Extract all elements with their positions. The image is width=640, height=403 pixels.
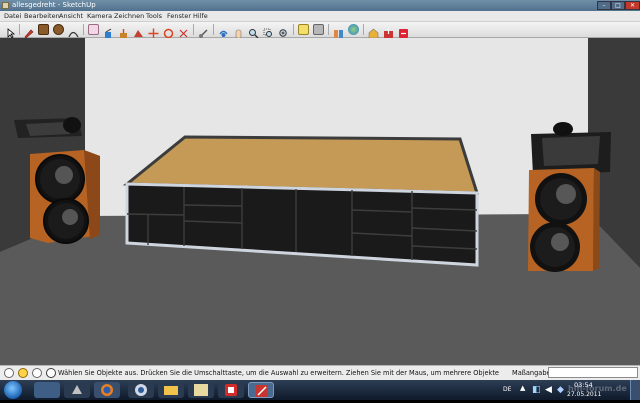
zoom-icon[interactable] bbox=[248, 24, 259, 39]
start-button[interactable] bbox=[4, 381, 22, 399]
materials-icon[interactable] bbox=[313, 24, 324, 35]
zoom-extents-icon[interactable] bbox=[278, 24, 289, 37]
right-speaker-model bbox=[528, 122, 611, 272]
taskbar-teamspeak-icon[interactable] bbox=[128, 382, 154, 398]
tray-arrow-icon[interactable]: ▲ bbox=[520, 384, 525, 392]
minimize-button[interactable]: – bbox=[597, 1, 611, 10]
paint-bucket-icon[interactable] bbox=[103, 24, 114, 38]
sketchup-app-icon bbox=[2, 2, 9, 9]
taskbar-firefox-icon[interactable] bbox=[94, 382, 120, 398]
toolbar bbox=[0, 22, 640, 39]
window-title: allesgedreht - SketchUp bbox=[12, 1, 96, 9]
model-viewport[interactable] bbox=[0, 38, 640, 365]
rectangle-icon[interactable] bbox=[38, 24, 49, 35]
credits-icon[interactable] bbox=[18, 368, 28, 378]
scenes-icon[interactable] bbox=[333, 24, 344, 38]
menu-datei[interactable]: Datei bbox=[4, 12, 21, 20]
scale-icon[interactable] bbox=[178, 24, 189, 38]
export-icon[interactable] bbox=[398, 24, 409, 38]
user-icon[interactable] bbox=[32, 368, 42, 378]
taskbar-folder-icon[interactable] bbox=[158, 382, 184, 398]
taskbar-winamp-icon[interactable] bbox=[64, 382, 90, 398]
eraser-icon[interactable] bbox=[88, 24, 99, 35]
help-icon[interactable] bbox=[46, 368, 56, 378]
status-bar: Wählen Sie Objekte aus. Drücken Sie die … bbox=[0, 365, 640, 380]
menu-kamera[interactable]: Kamera bbox=[87, 12, 112, 20]
menu-zeichnen[interactable]: Zeichnen bbox=[114, 12, 144, 20]
select-arrow-icon[interactable] bbox=[6, 24, 17, 39]
menu-bearbeiten[interactable]: Bearbeiten bbox=[24, 12, 60, 20]
follow-me-icon[interactable] bbox=[133, 24, 144, 37]
volume-icon[interactable]: ◀ bbox=[545, 385, 552, 395]
language-indicator[interactable]: DE bbox=[503, 386, 511, 393]
taskbar-tyc-icon[interactable] bbox=[188, 382, 214, 398]
watermark: hifi-forum.de bbox=[568, 384, 627, 393]
taskbar-explorer-icon[interactable] bbox=[34, 382, 60, 398]
menu-hilfe[interactable]: Hilfe bbox=[193, 12, 208, 20]
show-desktop-button[interactable] bbox=[630, 380, 640, 400]
rotate-icon[interactable] bbox=[163, 24, 174, 39]
share-model-icon[interactable] bbox=[383, 24, 394, 38]
bluetooth-icon[interactable]: ◆ bbox=[557, 385, 564, 395]
title-bar: allesgedreht - SketchUp – □ ✕ bbox=[0, 0, 640, 11]
taskbar-sketchup-icon[interactable] bbox=[248, 382, 274, 398]
geo-location-icon[interactable] bbox=[4, 368, 14, 378]
pencil-icon[interactable] bbox=[23, 24, 34, 39]
tape-measure-icon[interactable] bbox=[198, 24, 209, 38]
status-hint: Wählen Sie Objekte aus. Drücken Sie die … bbox=[58, 369, 499, 377]
circle-icon[interactable] bbox=[53, 24, 64, 35]
menu-ansicht[interactable]: Ansicht bbox=[59, 12, 83, 20]
menu-bar: Datei Bearbeiten Ansicht Kamera Zeichnen… bbox=[0, 11, 640, 22]
zoom-window-icon[interactable] bbox=[263, 24, 274, 37]
menu-fenster[interactable]: Fenster bbox=[167, 12, 191, 20]
move-icon[interactable] bbox=[148, 24, 159, 39]
taskbar: DE ▲ ◧ ◀ ◆ 03:54 27.05.2011 hifi-forum.d… bbox=[0, 380, 640, 400]
arc-icon[interactable] bbox=[68, 24, 79, 38]
pan-icon[interactable] bbox=[233, 24, 244, 39]
orbit-icon[interactable] bbox=[218, 24, 229, 37]
taskbar-acrobat-icon[interactable] bbox=[218, 382, 244, 398]
close-button[interactable]: ✕ bbox=[625, 1, 640, 10]
components-icon[interactable] bbox=[298, 24, 309, 35]
measurement-input[interactable] bbox=[548, 367, 638, 378]
globe-icon[interactable] bbox=[348, 24, 359, 35]
maximize-button[interactable]: □ bbox=[611, 1, 625, 10]
warehouse-icon[interactable] bbox=[368, 24, 379, 39]
push-pull-icon[interactable] bbox=[118, 24, 129, 38]
menu-tools[interactable]: Tools bbox=[146, 12, 162, 20]
scene-canvas bbox=[0, 38, 640, 365]
network-icon[interactable]: ◧ bbox=[532, 385, 541, 395]
lowboard-model bbox=[122, 135, 480, 267]
